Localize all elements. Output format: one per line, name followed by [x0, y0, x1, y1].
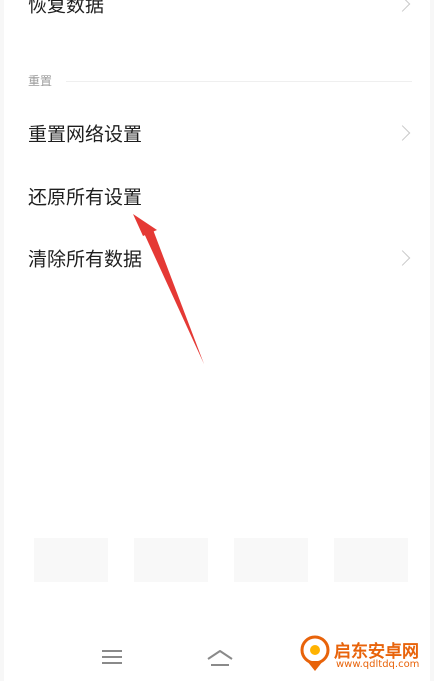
home-icon [207, 650, 233, 666]
section-title-reset: 重置 [28, 74, 53, 88]
ghost-block [34, 538, 108, 582]
ghost-block [134, 538, 208, 582]
watermark-url: www.qdltdq.com [336, 659, 420, 670]
chevron-right-icon [394, 0, 411, 12]
settings-screen: 恢复数据 重置 重置网络设置 还原所有设置 清除所有数据 启东安卓网 www.q… [0, 0, 434, 681]
row-restore-data[interactable]: 恢复数据 [4, 0, 430, 30]
section-divider [66, 81, 412, 82]
chevron-right-icon [394, 250, 411, 266]
watermark-logo-icon [300, 635, 330, 671]
chevron-right-icon [394, 125, 411, 141]
row-clear-all-data[interactable]: 清除所有数据 [4, 232, 430, 284]
ghost-block [234, 538, 308, 582]
menu-button[interactable] [96, 643, 128, 671]
row-reset-network[interactable]: 重置网络设置 [4, 107, 430, 159]
watermark: 启东安卓网 www.qdltdq.com [298, 633, 428, 677]
row-restore-all-settings[interactable]: 还原所有设置 [4, 170, 430, 222]
ghost-block [334, 538, 408, 582]
menu-icon [102, 650, 122, 664]
home-button[interactable] [204, 643, 236, 671]
row-restore-all-settings-label: 还原所有设置 [28, 186, 143, 209]
row-reset-network-label: 重置网络设置 [28, 123, 143, 146]
row-restore-data-label: 恢复数据 [28, 0, 105, 17]
row-clear-all-data-label: 清除所有数据 [28, 248, 143, 271]
settings-panel: 恢复数据 重置 重置网络设置 还原所有设置 清除所有数据 [4, 0, 430, 681]
